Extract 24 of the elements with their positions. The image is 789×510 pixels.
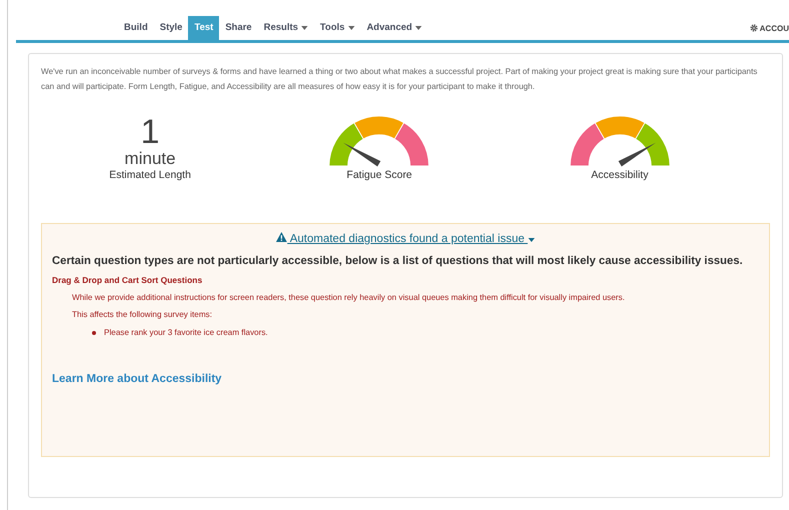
gauge-label: Fatigue Score: [346, 169, 412, 181]
length-label: Estimated Length: [109, 169, 191, 181]
gauge-label: Accessibility: [591, 169, 648, 181]
issue-description: While we provide additional instructions for screen readers, these question rely heavily on visual queues making them difficult for visually impaired users.: [72, 293, 626, 302]
warning-icon: [276, 232, 288, 242]
diagnostics-toggle[interactable]: Automated diagnostics found a potential issue: [276, 232, 535, 245]
caret-icon: [528, 238, 535, 242]
account-menu[interactable]: ACCOU: [750, 16, 789, 40]
affects-text: This affects the following survey items:: [72, 310, 214, 319]
nav-tab[interactable]: Style: [154, 16, 188, 40]
nav-tab[interactable]: Tools: [314, 16, 361, 40]
bullet-icon: [92, 330, 96, 334]
learn-more-link[interactable]: Learn More about Accessibility: [52, 373, 222, 385]
length-value: 1: [140, 115, 160, 149]
nav-tab[interactable]: Build: [118, 16, 154, 40]
intro-text: We've run an inconceivable number of surveys & forms and have learned a thing or two about what makes a successful project. Part of making your project great is making sure that your participants can and will participate. Form Length, Fatigue, and Accessibility are all measures of how easy it is for your participant to make it through.: [41, 66, 758, 93]
survey-item: Please rank your 3 favorite ice cream flavors.: [104, 328, 268, 337]
nav-tab[interactable]: Advanced: [360, 16, 428, 40]
diagnostics-heading: Certain question types are not particularly accessible, below is a list of questions that will most likely cause accessibility issues.: [52, 255, 744, 267]
gear-icon: [750, 24, 758, 32]
issue-title: Drag & Drop and Cart Sort Questions: [52, 275, 204, 285]
nav-tab[interactable]: Share: [219, 16, 258, 40]
nav-tab[interactable]: Results: [258, 16, 314, 40]
length-unit: minute: [124, 149, 176, 169]
